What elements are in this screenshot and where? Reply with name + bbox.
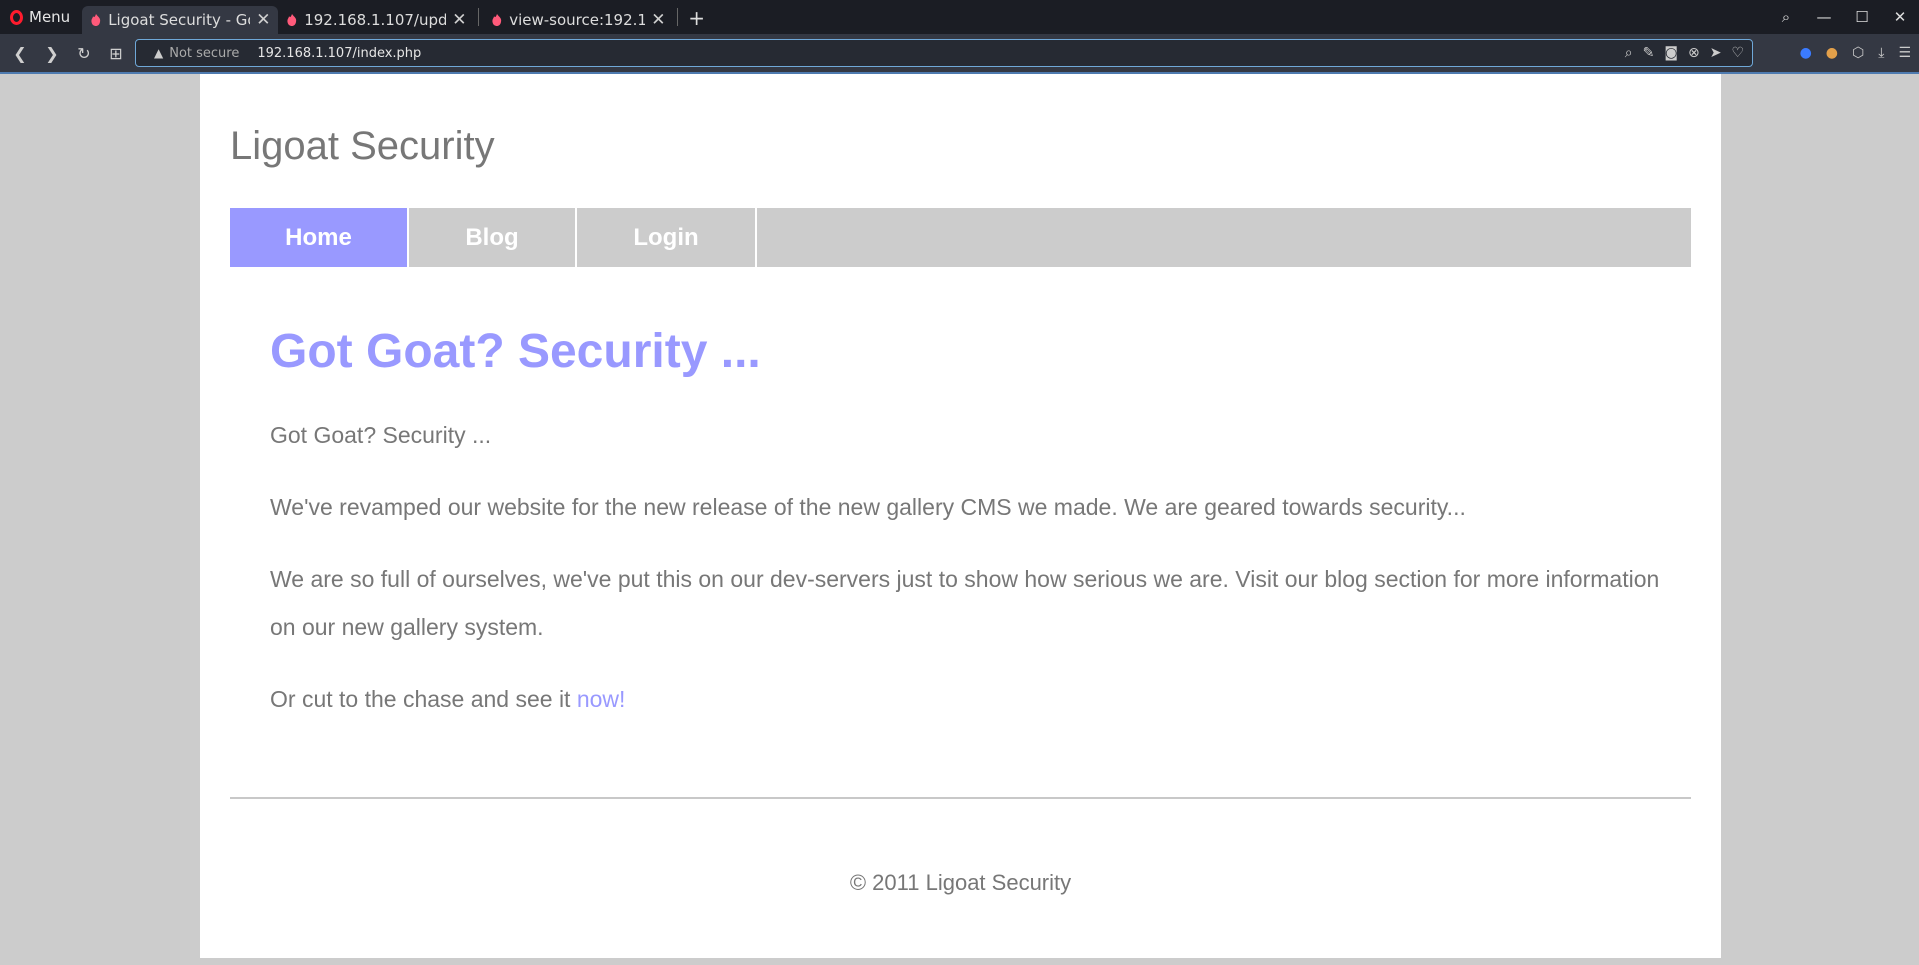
tab-title: Ligoat Security - Got Goat? Security ... [108, 11, 250, 29]
block-icon[interactable]: ⊗ [1688, 45, 1700, 61]
footer-copyright: © 2011 Ligoat Security [849, 870, 1072, 895]
url-text[interactable]: 192.168.1.107/index.php [257, 46, 421, 61]
tab-separator [478, 8, 480, 26]
nav-blog[interactable]: Blog [409, 208, 577, 267]
send-icon[interactable]: ➤ [1710, 45, 1722, 61]
url-action-icons: ⌕ ✎ ◙ ⊗ ➤ ♡ [1625, 45, 1744, 61]
revamp-paragraph: We've revamped our website for the new r… [270, 494, 1466, 520]
reload-icon[interactable]: ↻ [68, 44, 100, 63]
forward-icon[interactable]: ❯ [36, 44, 68, 63]
tab-title: view-source:192.168.1.107 [509, 11, 646, 29]
cookie-extension-icon[interactable]: ● [1826, 45, 1838, 61]
nav-login[interactable]: Login [577, 208, 757, 267]
page-viewport: Ligoat Security Home Blog Login Got Goat… [0, 74, 1919, 965]
site-favicon-icon [91, 14, 101, 26]
opera-logo-icon [10, 9, 23, 25]
back-icon[interactable]: ❮ [4, 44, 36, 63]
main-nav: Home Blog Login [230, 208, 1691, 267]
intro-paragraph: Got Goat? Security ... [270, 422, 492, 448]
minimize-icon[interactable]: — [1805, 8, 1843, 26]
tab-ligoat-security[interactable]: Ligoat Security - Got Goat? Security ...… [82, 6, 279, 34]
warning-icon: ▲ [154, 46, 164, 60]
dev-servers-paragraph: We are so full of ourselves, we've put t… [270, 566, 1660, 640]
maximize-icon[interactable]: ☐ [1843, 8, 1881, 26]
cube-extension-icon[interactable]: ⬡ [1852, 45, 1864, 61]
close-tab-icon[interactable]: ✕ [452, 10, 466, 30]
opera-menu-button[interactable]: Menu [0, 0, 82, 34]
tab-update-php[interactable]: 192.168.1.107/update.php ✕ [278, 6, 474, 34]
tab-view-source[interactable]: view-source:192.168.1.107 ✕ [483, 6, 673, 34]
now-link[interactable]: now! [577, 686, 626, 712]
page-container: Ligoat Security Home Blog Login Got Goat… [200, 74, 1721, 958]
not-secure-label: Not secure [169, 45, 240, 61]
browser-address-bar: ❮ ❯ ↻ ⊞ ▲ Not secure 192.168.1.107/index… [0, 34, 1919, 72]
browser-tab-bar: Menu Ligoat Security - Got Goat? Securit… [0, 0, 1919, 34]
tab-grid-icon[interactable]: ⊞ [100, 44, 132, 63]
close-window-icon[interactable]: ✕ [1881, 8, 1919, 26]
chase-text: Or cut to the chase and see it [270, 686, 577, 712]
vpn-extension-icon[interactable]: ● [1800, 45, 1812, 61]
share-icon[interactable]: ✎ [1643, 45, 1655, 61]
chase-paragraph: Or cut to the chase and see it now! [270, 675, 1670, 723]
extension-icons: ● ● ⬡ ⤓ ☰ [1800, 45, 1911, 61]
menu-label: Menu [29, 8, 71, 26]
url-field[interactable]: ▲ Not secure 192.168.1.107/index.php ⌕ ✎… [135, 39, 1753, 67]
close-tab-icon[interactable]: ✕ [651, 10, 665, 30]
search-icon[interactable]: ⌕ [1767, 8, 1805, 26]
zoom-icon[interactable]: ⌕ [1625, 45, 1633, 61]
site-favicon-icon [287, 14, 297, 26]
tab-separator [677, 8, 679, 26]
close-tab-icon[interactable]: ✕ [256, 10, 270, 30]
window-controls: ⌕ — ☐ ✕ [1767, 0, 1919, 34]
new-tab-button[interactable]: + [682, 6, 711, 30]
tab-title: 192.168.1.107/update.php [304, 11, 447, 29]
site-favicon-icon [492, 14, 502, 26]
download-icon[interactable]: ⤓ [1878, 45, 1884, 61]
heart-icon[interactable]: ♡ [1731, 45, 1744, 61]
main-content: Got Goat? Security ... Got Goat? Securit… [270, 324, 1670, 723]
browser-menu-icon[interactable]: ☰ [1898, 45, 1911, 61]
site-title: Ligoat Security [230, 124, 495, 168]
camera-icon[interactable]: ◙ [1664, 45, 1678, 61]
page-heading: Got Goat? Security ... [270, 325, 761, 378]
nav-home[interactable]: Home [230, 208, 409, 267]
footer-divider [230, 797, 1691, 799]
